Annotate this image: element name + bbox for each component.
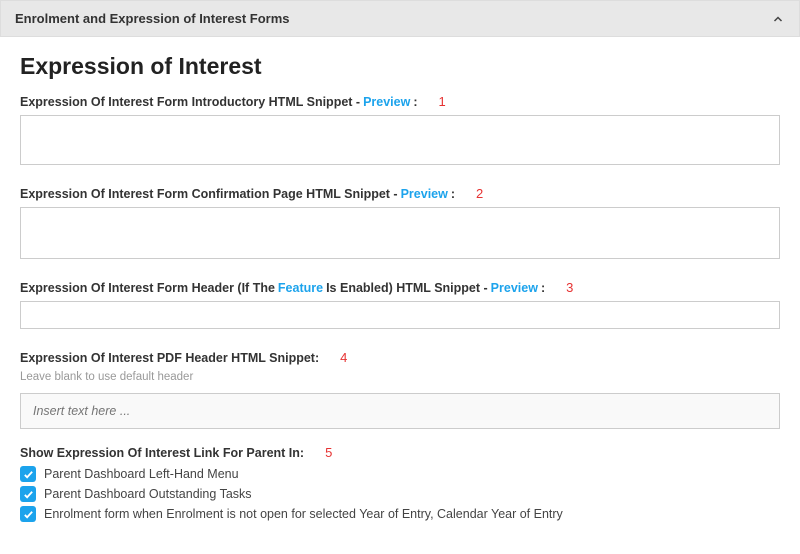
checkbox-parent-menu[interactable] <box>20 466 36 482</box>
annotation-marker: 2 <box>476 186 483 201</box>
label-suffix: : <box>541 281 545 295</box>
page-title: Expression of Interest <box>20 53 780 80</box>
field-label: Show Expression Of Interest Link For Par… <box>20 445 780 460</box>
label-text: Show Expression Of Interest Link For Par… <box>20 446 304 460</box>
content-panel: Expression of Interest Expression Of Int… <box>0 37 800 554</box>
checkbox-label: Enrolment form when Enrolment is not ope… <box>44 507 563 521</box>
annotation-marker: 4 <box>340 350 347 365</box>
preview-link[interactable]: Preview <box>491 281 538 295</box>
field-hint: Leave blank to use default header <box>20 371 780 383</box>
checkbox-outstanding-tasks[interactable] <box>20 486 36 502</box>
intro-snippet-textarea[interactable] <box>20 115 780 165</box>
label-suffix: : <box>451 187 455 201</box>
annotation-marker: 3 <box>566 280 573 295</box>
annotation-marker: 5 <box>325 445 332 460</box>
field-pdf-header: Expression Of Interest PDF Header HTML S… <box>20 350 780 429</box>
label-text: Expression Of Interest PDF Header HTML S… <box>20 351 319 365</box>
accordion-header[interactable]: Enrolment and Expression of Interest For… <box>0 0 800 37</box>
label-suffix: : <box>413 95 417 109</box>
field-confirmation-snippet: Expression Of Interest Form Confirmation… <box>20 186 780 264</box>
annotation-marker: 1 <box>439 94 446 109</box>
label-middle: Is Enabled) HTML Snippet - <box>326 281 488 295</box>
checkbox-enrolment-form[interactable] <box>20 506 36 522</box>
field-show-link: Show Expression Of Interest Link For Par… <box>20 445 780 522</box>
field-label: Expression Of Interest PDF Header HTML S… <box>20 350 780 365</box>
preview-link[interactable]: Preview <box>401 187 448 201</box>
checkbox-row: Parent Dashboard Left-Hand Menu <box>20 466 780 482</box>
field-header-snippet: Expression Of Interest Form Header (If T… <box>20 280 780 334</box>
field-intro-snippet: Expression Of Interest Form Introductory… <box>20 94 780 170</box>
feature-link[interactable]: Feature <box>278 281 323 295</box>
accordion-title: Enrolment and Expression of Interest For… <box>15 11 290 26</box>
checkbox-row: Parent Dashboard Outstanding Tasks <box>20 486 780 502</box>
label-text: Expression Of Interest Form Confirmation… <box>20 187 398 201</box>
pdf-header-input[interactable] <box>20 393 780 429</box>
checkbox-label: Parent Dashboard Outstanding Tasks <box>44 487 252 501</box>
field-label: Expression Of Interest Form Header (If T… <box>20 280 780 295</box>
field-label: Expression Of Interest Form Introductory… <box>20 94 780 109</box>
checkbox-label: Parent Dashboard Left-Hand Menu <box>44 467 239 481</box>
preview-link[interactable]: Preview <box>363 95 410 109</box>
label-prefix: Expression Of Interest Form Header (If T… <box>20 281 275 295</box>
field-label: Expression Of Interest Form Confirmation… <box>20 186 780 201</box>
header-snippet-textarea[interactable] <box>20 301 780 329</box>
confirmation-snippet-textarea[interactable] <box>20 207 780 259</box>
chevron-up-icon <box>771 12 785 26</box>
label-text: Expression Of Interest Form Introductory… <box>20 95 360 109</box>
checkbox-row: Enrolment form when Enrolment is not ope… <box>20 506 780 522</box>
